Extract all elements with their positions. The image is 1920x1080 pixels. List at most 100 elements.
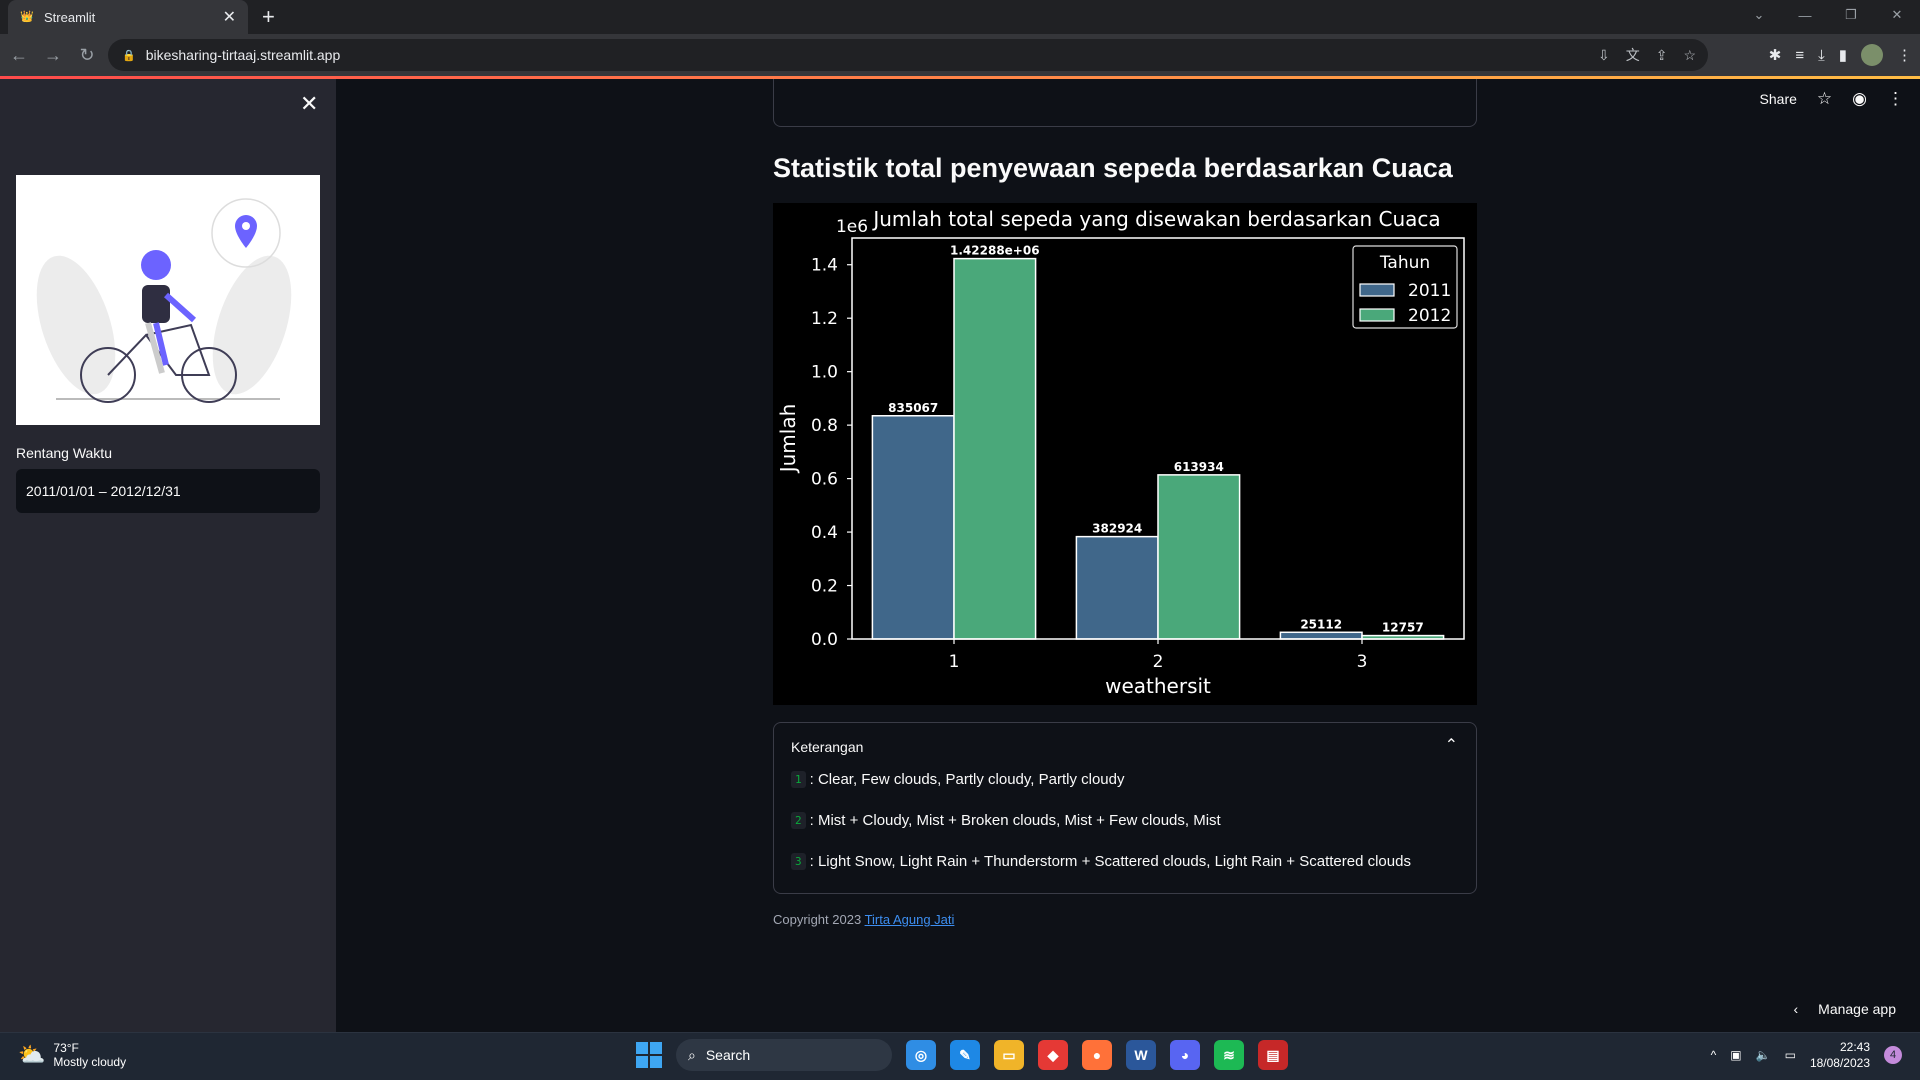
new-tab-button[interactable]: + — [262, 4, 275, 30]
footer: Copyright 2023 Tirta Agung Jati — [773, 912, 954, 927]
github-icon[interactable]: ◉ — [1852, 89, 1867, 109]
weather-description: : Light Snow, Light Rain + Thunderstorm … — [809, 853, 1411, 870]
y-tick-label: 0.2 — [811, 577, 838, 597]
discord-icon[interactable]: ◕ — [1170, 1040, 1200, 1070]
y-tick-label: 1.4 — [811, 256, 838, 276]
app-header-tools: Share ☆ ◉ ⋮ — [1760, 89, 1904, 109]
browser-tab-bar: 👑 Streamlit ✕ + ⌄ — ❐ ✕ — [0, 0, 1920, 34]
browser-tab[interactable]: 👑 Streamlit ✕ — [8, 0, 248, 34]
restore-icon[interactable]: ❐ — [1828, 7, 1874, 23]
system-tray: ^ ▣ 🔈 ▭ 22:43 18/08/2023 4 — [1711, 1039, 1902, 1071]
cyclist-illustration — [16, 175, 320, 425]
share-button[interactable]: Share — [1760, 91, 1797, 107]
firefox-icon[interactable]: ● — [1082, 1040, 1112, 1070]
sidebar-close-icon[interactable]: ✕ — [300, 91, 318, 117]
data-label: 613934 — [1174, 460, 1224, 474]
bar-2012-2 — [1157, 474, 1241, 640]
notification-badge[interactable]: 4 — [1884, 1046, 1902, 1064]
side-panel-icon[interactable]: ▮ — [1839, 46, 1847, 64]
copyright-text: Copyright 2023 — [773, 912, 862, 927]
extensions-puzzle-icon[interactable]: ✱ — [1769, 46, 1782, 64]
bar-2011-1 — [871, 415, 955, 640]
cyclist-illustration-svg — [36, 198, 292, 403]
chevron-up-icon[interactable]: ⌃ — [1445, 735, 1458, 755]
y-tick-label: 0.4 — [811, 523, 838, 543]
app-menu-icon[interactable]: ⋮ — [1887, 89, 1904, 109]
extension-icons: ✱ ≡ ⤓ ▮ ⋮ — [1769, 39, 1912, 71]
close-tab-icon[interactable]: ✕ — [223, 7, 236, 27]
weather-widget[interactable]: ⛅ 73°F Mostly cloudy — [18, 1041, 126, 1069]
tray-chevron-icon[interactable]: ^ — [1711, 1048, 1717, 1062]
data-label: 382924 — [1092, 522, 1142, 536]
taskbar-search[interactable]: ⌕ Search — [676, 1039, 892, 1071]
x-tick-label: 2 — [1153, 652, 1164, 672]
data-label: 12757 — [1382, 621, 1424, 635]
profile-avatar[interactable] — [1861, 44, 1883, 66]
browser-menu-icon[interactable]: ⋮ — [1897, 46, 1912, 64]
legend-label: 2011 — [1408, 281, 1451, 301]
weather-bar-chart: Jumlah total sepeda yang disewakan berda… — [773, 203, 1477, 705]
spotify-icon[interactable]: ≋ — [1214, 1040, 1244, 1070]
streamlit-favicon-icon: 👑 — [20, 11, 34, 23]
weather-description: : Mist + Cloudy, Mist + Broken clouds, M… — [809, 812, 1221, 829]
reload-icon[interactable]: ↻ — [72, 45, 102, 66]
forward-icon[interactable]: → — [38, 45, 68, 66]
section-title: Statistik total penyewaan sepeda berdasa… — [773, 153, 1453, 183]
manage-app-label: Manage app — [1818, 1001, 1896, 1017]
install-app-icon[interactable]: ⇩ — [1598, 47, 1610, 64]
bar-2011-2 — [1075, 535, 1159, 640]
window-close-icon[interactable]: ✕ — [1874, 7, 1920, 23]
battery-icon[interactable]: ▭ — [1785, 1048, 1796, 1062]
file-explorer-icon[interactable]: ▭ — [994, 1040, 1024, 1070]
minimize-icon[interactable]: — — [1782, 8, 1828, 23]
legend-title: Tahun — [1379, 253, 1430, 273]
clock[interactable]: 22:43 18/08/2023 — [1810, 1039, 1870, 1071]
pdf-app-icon[interactable]: ▤ — [1258, 1040, 1288, 1070]
downloads-icon[interactable]: ⤓ — [1818, 47, 1825, 64]
x-tick-label: 1 — [949, 652, 960, 672]
address-bar[interactable]: 🔒 bikesharing-tirtaaj.streamlit.app ⇩ 文 … — [108, 39, 1708, 71]
network-icon[interactable]: ▣ — [1730, 1048, 1741, 1062]
bar-2011-3 — [1279, 631, 1363, 640]
clock-date: 18/08/2023 — [1809, 1056, 1870, 1070]
legend-label: 2012 — [1408, 306, 1451, 326]
list-item: 2 : Mist + Cloudy, Mist + Broken clouds,… — [791, 812, 1221, 829]
weather-code: 3 — [791, 853, 806, 870]
favorite-star-icon[interactable]: ☆ — [1817, 89, 1832, 109]
chrome-icon[interactable]: ◎ — [906, 1040, 936, 1070]
bar-2012-1 — [953, 257, 1037, 640]
data-label: 25112 — [1300, 617, 1342, 631]
tab-title: Streamlit — [44, 9, 96, 25]
share-page-icon[interactable]: ⇪ — [1656, 47, 1668, 64]
translate-icon[interactable]: 文 — [1626, 45, 1640, 65]
chart-title: Jumlah total sepeda yang disewakan berda… — [871, 207, 1440, 231]
window-controls: ⌄ — ❐ ✕ — [1736, 0, 1920, 30]
tab-search-icon[interactable]: ⌄ — [1736, 7, 1782, 23]
omnibox-icons: ⇩ 文 ⇪ ☆ — [1598, 39, 1696, 71]
bookmark-star-icon[interactable]: ☆ — [1683, 47, 1696, 64]
main-content: Share ☆ ◉ ⋮ Statistik total penyewaan se… — [336, 79, 1920, 1032]
clock-time: 22:43 — [1839, 1040, 1870, 1054]
back-icon[interactable]: ← — [4, 45, 34, 66]
url-text: bikesharing-tirtaaj.streamlit.app — [145, 47, 341, 63]
taskbar-apps: ⌕ Search ◎ ✎ ▭ ◆ ● W ◕ ≋ ▤ — [636, 1039, 1288, 1071]
word-icon[interactable]: W — [1126, 1040, 1156, 1070]
git-app-icon[interactable]: ◆ — [1038, 1040, 1068, 1070]
manage-app-button[interactable]: ‹ Manage app — [1793, 1001, 1896, 1017]
taskbar: ⛅ 73°F Mostly cloudy ⌕ Search ◎ ✎ ▭ ◆ ● … — [0, 1032, 1920, 1080]
data-label: 835067 — [888, 401, 938, 415]
chevron-left-icon: ‹ — [1793, 1001, 1799, 1017]
author-link[interactable]: Tirta Agung Jati — [865, 912, 955, 927]
y-offset-label: 1e6 — [836, 217, 868, 237]
keterangan-expander[interactable]: Keterangan ⌃ 1 : Clear, Few clouds, Part… — [773, 722, 1477, 894]
expander-title: Keterangan — [791, 739, 864, 755]
windows-start-icon[interactable] — [636, 1042, 662, 1068]
volume-icon[interactable]: 🔈 — [1756, 1048, 1771, 1062]
notes-app-icon[interactable]: ✎ — [950, 1040, 980, 1070]
y-tick-label: 0.8 — [811, 416, 838, 436]
weather-description: : Clear, Few clouds, Partly cloudy, Part… — [809, 771, 1125, 788]
date-range-input[interactable]: 2011/01/01 – 2012/12/31 — [16, 469, 320, 513]
media-controls-icon[interactable]: ≡ — [1795, 47, 1804, 64]
y-axis-label: Jumlah — [776, 404, 800, 475]
lock-icon[interactable]: 🔒 — [122, 49, 136, 62]
